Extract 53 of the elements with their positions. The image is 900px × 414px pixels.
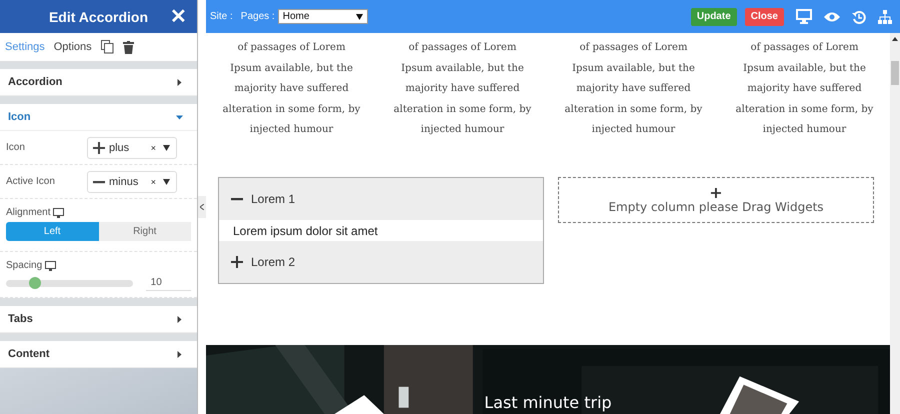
empty-column-text: Empty column please Drag Widgets bbox=[608, 200, 824, 214]
history-icon[interactable] bbox=[852, 10, 866, 24]
caret-icon bbox=[176, 114, 183, 120]
column-text: of passages of Lorem Ipsum available, but the majority have suffered alteration in some form, by injected humour bbox=[564, 41, 704, 137]
icon-select[interactable]: plus × bbox=[87, 136, 177, 158]
accordion-content: Lorem ipsum dolor sit amet bbox=[219, 220, 543, 241]
clear-button[interactable]: × bbox=[150, 176, 156, 186]
field-label: Active Icon bbox=[6, 176, 56, 187]
panel-section-header[interactable]: Icon bbox=[0, 104, 197, 131]
lorem-title-bar[interactable]: Lorem 1 bbox=[219, 178, 543, 220]
sitemap-icon[interactable] bbox=[878, 10, 892, 24]
column-text: of passages of Lorem Ipsum available, but the majority have suffered alteration in some form, by injected humour bbox=[734, 41, 874, 137]
column-text: of passages of Lorem Ipsum available, but the majority have suffered alteration in some form, by injected humour bbox=[392, 41, 532, 137]
slider-thumb[interactable] bbox=[29, 277, 42, 289]
trash-icon[interactable] bbox=[122, 40, 134, 54]
spacing-input[interactable]: 10 bbox=[146, 275, 191, 291]
monitor-icon bbox=[45, 260, 56, 270]
caret-icon bbox=[176, 78, 183, 86]
page-select[interactable]: Home bbox=[278, 9, 368, 24]
desktop-icon[interactable] bbox=[796, 9, 812, 24]
eye-icon[interactable] bbox=[824, 12, 840, 22]
spacing-slider[interactable] bbox=[6, 280, 133, 286]
field-label: Spacing bbox=[6, 260, 42, 271]
panel-title: Edit Accordion bbox=[48, 8, 148, 24]
caret-icon bbox=[176, 316, 183, 322]
close-button[interactable]: ✕ bbox=[170, 4, 187, 29]
caret-icon bbox=[163, 144, 170, 150]
column-text: of passages of Lorem Ipsum available, but the majority have suffered alteration in some form, by injected humour bbox=[222, 41, 362, 137]
plus-icon bbox=[93, 142, 105, 154]
panel-section-header[interactable]: Content bbox=[0, 341, 197, 368]
caret-icon bbox=[163, 178, 170, 184]
caret-icon bbox=[356, 14, 363, 20]
lorem-title-bar[interactable]: Lorem 2 bbox=[219, 241, 543, 283]
pages-label: Pages : bbox=[240, 11, 275, 22]
scroll-thumb[interactable] bbox=[891, 61, 899, 85]
panel-tab[interactable]: Options bbox=[54, 41, 92, 53]
icon-select[interactable]: minus × bbox=[87, 170, 177, 192]
scroll-up-icon[interactable] bbox=[892, 37, 898, 41]
copy-icon[interactable] bbox=[100, 40, 114, 54]
caret-icon bbox=[176, 350, 183, 358]
add-widget-button[interactable]: + bbox=[709, 186, 723, 200]
collapse-handle[interactable] bbox=[198, 196, 206, 218]
monitor-icon bbox=[53, 208, 64, 218]
panel-section-header[interactable]: Accordion bbox=[0, 69, 197, 96]
alignment-option[interactable]: Right bbox=[98, 222, 191, 241]
field-label: Icon bbox=[6, 142, 26, 153]
clear-button[interactable]: × bbox=[150, 142, 156, 152]
site-label: Site : bbox=[210, 11, 233, 22]
field-label: Alignment bbox=[6, 207, 50, 218]
panel-section-header[interactable]: Tabs bbox=[0, 306, 197, 333]
banner-title: Last minute trip bbox=[484, 393, 612, 412]
scrollbar[interactable] bbox=[890, 33, 900, 414]
close-button[interactable]: Close bbox=[744, 8, 784, 26]
